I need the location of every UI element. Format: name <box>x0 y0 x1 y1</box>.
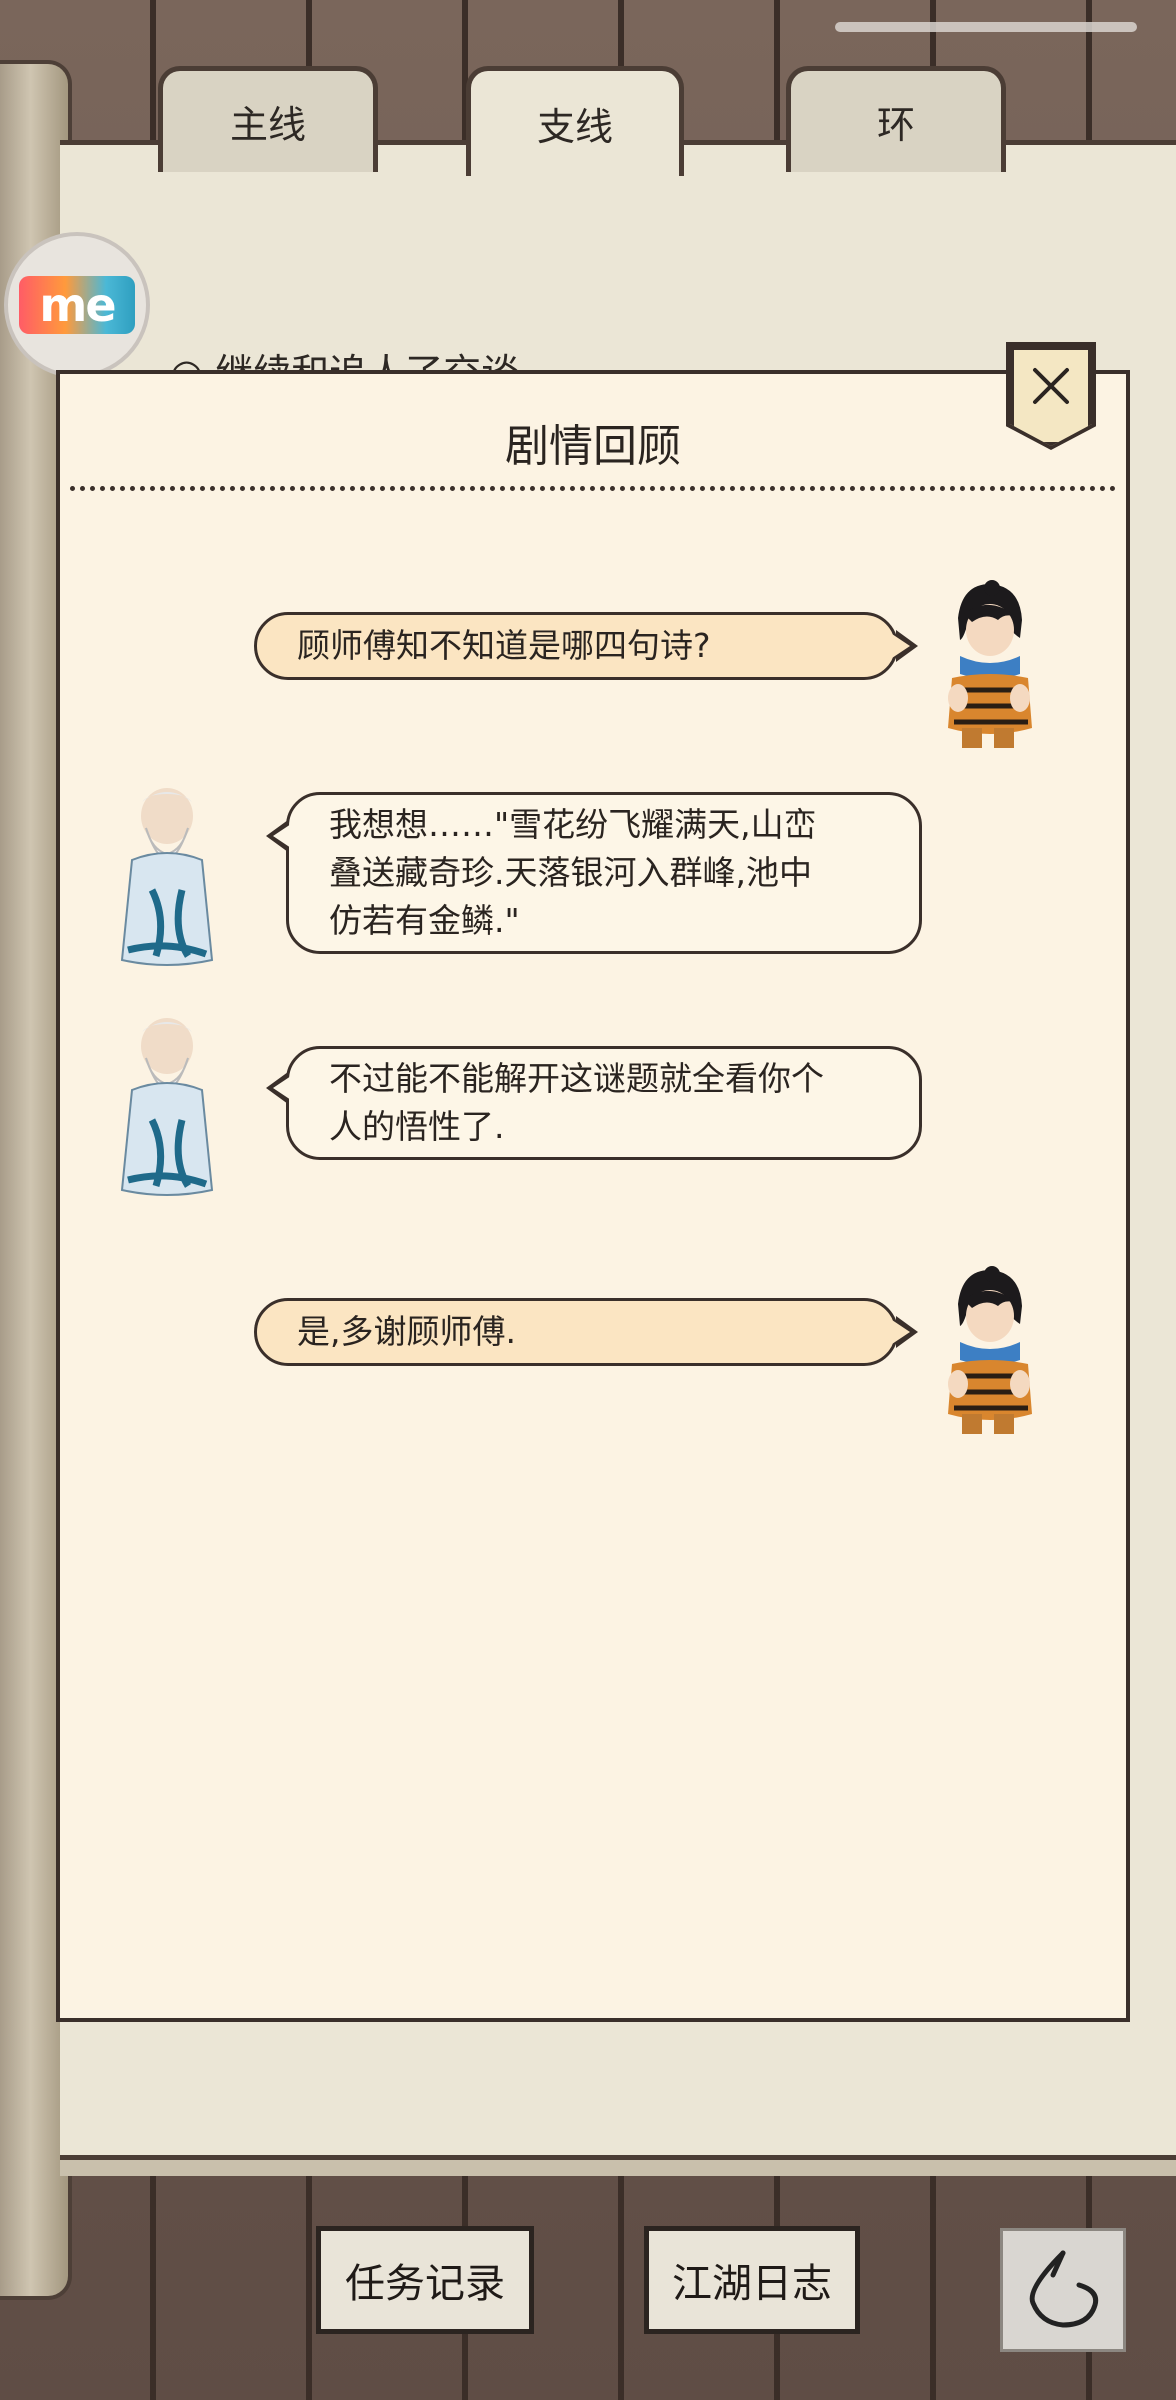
dialog-title: 剧情回顾 <box>505 421 681 472</box>
status-indicator <box>835 22 1137 32</box>
elder-avatar <box>120 1018 214 1196</box>
dialogue-bubble-elder: 不过能不能解开这谜题就全看你个 人的悟性了. <box>286 1046 922 1160</box>
hero-avatar <box>948 580 1032 748</box>
dialogue-bubble-hero: 是,多谢顾师傅. <box>254 1298 898 1366</box>
dotted-divider <box>70 486 1116 491</box>
close-icon <box>1033 368 1069 404</box>
dialogue-text: 顾师傅知不知道是哪四句诗? <box>297 626 711 665</box>
me-logo-icon: me <box>19 276 135 334</box>
tab-main-quest[interactable]: 主线 <box>158 66 378 172</box>
dialogue-line: 我想想……"雪花纷飞耀满天,山峦 <box>329 805 817 844</box>
dialogue-bubble-elder: 我想想……"雪花纷飞耀满天,山峦 叠送藏奇珍.天落银河入群峰,池中 仿若有金鳞.… <box>286 792 922 954</box>
back-arrow-icon <box>1029 2250 1099 2328</box>
dialogue-line: 不过能不能解开这谜题就全看你个 <box>329 1059 824 1098</box>
bubble-tail <box>266 1072 291 1104</box>
tab-side-quest[interactable]: 支线 <box>466 66 684 176</box>
me-logo-text: me <box>39 278 116 332</box>
elder-avatar <box>120 788 214 966</box>
dialogue-line: 叠送藏奇珍.天落银河入群峰,池中 <box>329 853 812 892</box>
jianghu-log-button[interactable]: 江湖日志 <box>644 2226 860 2334</box>
dialogue-bubble-hero: 顾师傅知不知道是哪四句诗? <box>254 612 898 680</box>
bubble-tail <box>892 1316 918 1348</box>
dialogue-line: 人的悟性了. <box>329 1107 505 1146</box>
bubble-tail <box>266 820 291 852</box>
parchment-edge <box>60 2160 1176 2176</box>
dialogue-line: 仿若有金鳞." <box>329 901 520 940</box>
dialogue-text: 是,多谢顾师傅. <box>297 1312 516 1351</box>
me-logo-button[interactable]: me <box>4 232 150 378</box>
back-button[interactable] <box>1000 2228 1126 2352</box>
tab-ring-quest[interactable]: 环 <box>786 66 1006 172</box>
task-record-button[interactable]: 任务记录 <box>316 2226 534 2334</box>
hero-avatar <box>948 1266 1032 1434</box>
bubble-tail <box>892 630 918 662</box>
